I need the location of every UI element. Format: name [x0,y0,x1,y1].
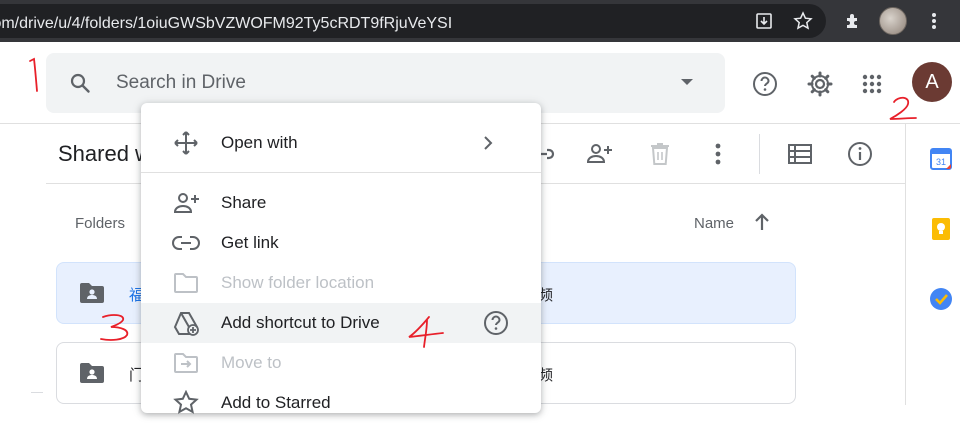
calendar-icon[interactable]: 31 [928,146,954,172]
bookmark-star-icon[interactable] [791,9,815,33]
menu-item-label: Show folder location [221,273,375,292]
menu-item-show-folder-location[interactable]: Show folder location [141,263,541,303]
link-icon [172,231,200,255]
extensions-icon[interactable] [841,9,865,33]
folder-outline-icon [172,271,200,295]
keep-icon[interactable] [928,216,954,242]
search-icon[interactable] [68,71,92,100]
kebab-menu-icon[interactable] [922,9,946,33]
search-options-dropdown-icon[interactable] [678,75,696,94]
list-view-icon[interactable] [786,140,814,168]
context-menu: Open with Share Get link Show folder loc… [141,103,541,414]
menu-item-label: Open with [221,133,298,152]
trash-icon[interactable] [646,140,674,168]
menu-item-label: Add shortcut to Drive [221,313,380,332]
sort-by-name-button[interactable]: Name [694,215,734,232]
person-add-icon [172,191,200,215]
menu-separator [141,172,541,173]
sort-direction-arrow-icon[interactable] [752,211,772,238]
menu-item-add-to-starred[interactable]: Add to Starred [141,383,541,423]
menu-item-share[interactable]: Share [141,183,541,223]
apps-grid-icon[interactable] [854,66,890,102]
annotation-2 [889,96,917,120]
menu-item-open-with[interactable]: Open with [141,123,541,163]
side-panel: 31 [905,124,960,405]
details-info-icon[interactable] [846,140,874,168]
move-arrows-icon [172,131,200,155]
browser-toolbar: .com/drive/u/4/folders/1oiuGWSbVZWOFM92T… [0,0,960,42]
annotation-1 [29,57,38,92]
move-to-icon [172,351,200,375]
menu-item-label: Get link [221,233,279,252]
menu-item-move-to[interactable]: Move to [141,343,541,383]
menu-item-add-shortcut[interactable]: Add shortcut to Drive [141,303,541,343]
help-circle-icon[interactable] [482,309,510,342]
menu-item-get-link[interactable]: Get link [141,223,541,263]
tasks-icon[interactable] [928,286,954,312]
toolbar-divider [759,134,760,174]
shared-folder-icon [79,362,105,389]
share-person-add-icon[interactable] [585,140,613,168]
side-panel-divider [31,392,43,393]
menu-item-label: Share [221,193,267,212]
annotation-3 [100,314,129,341]
menu-item-label: Add to Starred [221,393,331,412]
shared-folder-icon [79,282,105,309]
install-app-icon[interactable] [752,9,776,33]
url-text[interactable]: .com/drive/u/4/folders/1oiuGWSbVZWOFM92T… [0,15,452,33]
star-icon [172,390,200,415]
profile-avatar[interactable] [879,7,907,35]
search-input[interactable]: Search in Drive [116,72,246,94]
settings-gear-icon[interactable] [802,66,838,102]
annotation-4 [408,316,444,348]
menu-item-label: Move to [221,353,282,372]
folders-heading: Folders [75,215,126,232]
page-title: Shared w [58,141,151,166]
help-icon[interactable] [747,66,783,102]
chevron-right-icon [481,133,495,158]
address-bar[interactable]: .com/drive/u/4/folders/1oiuGWSbVZWOFM92T… [0,4,826,38]
drive-shortcut-icon [172,311,200,336]
more-actions-icon[interactable] [704,140,732,168]
svg-text:31: 31 [936,157,946,167]
